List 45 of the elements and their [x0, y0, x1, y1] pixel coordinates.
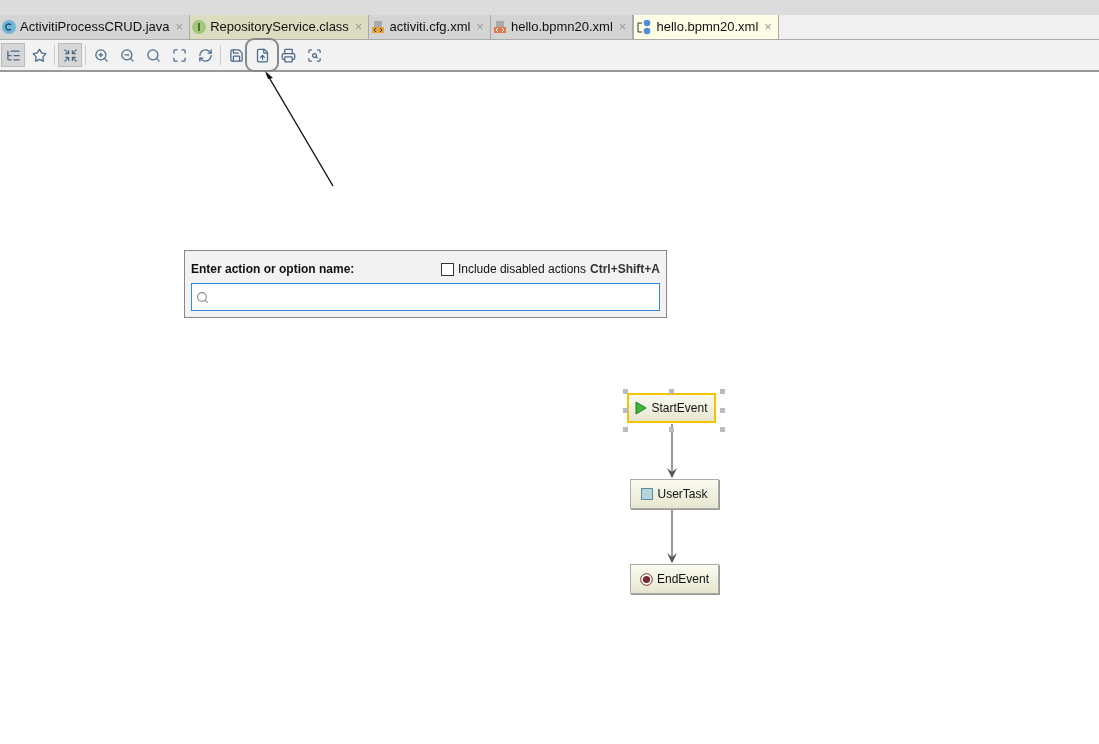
- selection-handle[interactable]: [623, 389, 628, 394]
- structure-icon: [5, 47, 21, 63]
- xml-file-icon: [492, 20, 507, 34]
- diagram-node[interactable]: UserTask: [630, 479, 719, 509]
- checkbox-label: Include disabled actions: [457, 261, 586, 278]
- end-circle-icon: [639, 572, 653, 586]
- preview-icon: [306, 47, 322, 63]
- diagram-node[interactable]: EndEvent: [630, 564, 719, 594]
- selection-handle[interactable]: [623, 408, 628, 413]
- square-icon: [641, 488, 654, 500]
- fit-icon: [171, 47, 187, 63]
- selection-handle[interactable]: [720, 408, 725, 413]
- editor-tab[interactable]: activiti.cfg.xml ×: [369, 15, 491, 39]
- save-icon: [228, 47, 244, 63]
- toolbar-button[interactable]: [58, 43, 82, 67]
- toolbar-button[interactable]: [1, 43, 25, 67]
- interface-icon: [192, 20, 207, 34]
- popup-title: Enter action or option name:: [191, 261, 355, 278]
- selection-handle[interactable]: [669, 389, 674, 394]
- connector-arrow: [666, 424, 678, 479]
- zoom-in-icon: [93, 47, 109, 63]
- selection-handle[interactable]: [720, 389, 725, 394]
- zoom-out-icon: [119, 47, 135, 63]
- selection-handle[interactable]: [720, 427, 725, 432]
- class-icon: [2, 20, 16, 34]
- editor-tab[interactable]: RepositoryService.class ×: [190, 15, 370, 39]
- connector-arrow: [666, 509, 678, 564]
- print-icon: [280, 47, 296, 63]
- editor-tab[interactable]: hello.bpmn20.xml ×: [490, 15, 634, 39]
- editor-tab[interactable]: hello.bpmn20.xml ×: [633, 15, 779, 39]
- actual-size-icon: [145, 47, 161, 63]
- play-icon: [635, 401, 648, 415]
- xml-file-icon: [371, 20, 386, 34]
- selection-handle[interactable]: [669, 427, 674, 432]
- search-icon: [196, 290, 209, 304]
- diagram-icon: [636, 19, 653, 35]
- star-icon: [31, 47, 47, 63]
- checkbox[interactable]: [440, 262, 454, 276]
- layout-icon: [197, 47, 213, 63]
- selection-handle[interactable]: [623, 427, 628, 432]
- search-field[interactable]: [191, 283, 660, 311]
- editor-tab[interactable]: ActivitiProcessCRUD.java ×: [0, 15, 191, 39]
- export-icon: [254, 47, 270, 63]
- collapse-icon: [62, 47, 78, 63]
- shortcut-label: Ctrl+Shift+A: [590, 261, 660, 278]
